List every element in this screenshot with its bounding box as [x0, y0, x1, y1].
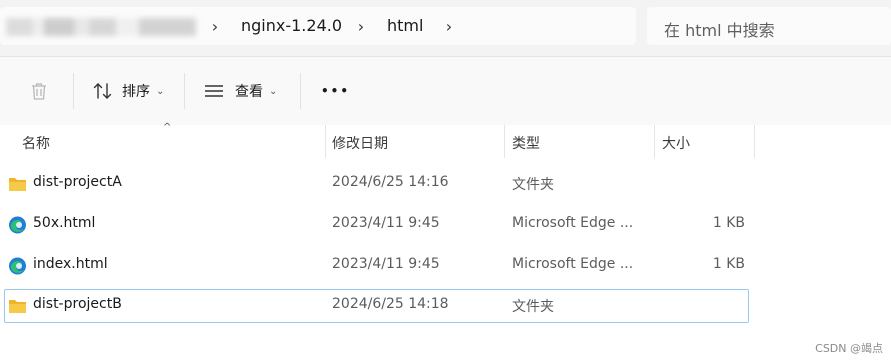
- file-modified: 2024/6/25 14:16: [332, 174, 449, 190]
- chevron-right-icon[interactable]: ›: [354, 17, 368, 36]
- delete-button[interactable]: [28, 73, 50, 109]
- edge-html-icon: [9, 216, 26, 234]
- trash-icon: [32, 83, 46, 100]
- column-header-row: ^ 名称 修改日期 类型 大小: [0, 122, 891, 158]
- view-button[interactable]: 查看 ⌄: [203, 73, 277, 109]
- column-header-size[interactable]: 大小: [662, 125, 690, 158]
- breadcrumb-nginx[interactable]: nginx-1.24.0: [241, 16, 342, 35]
- address-bar[interactable]: › nginx-1.24.0 › html ›: [0, 7, 636, 45]
- sort-label: 排序: [122, 84, 150, 100]
- sort-button[interactable]: 排序 ⌄: [92, 73, 164, 109]
- more-icon: •••: [321, 84, 351, 98]
- blurred-path-segment: [6, 18, 196, 36]
- column-divider[interactable]: [754, 125, 755, 158]
- file-size: 1 KB: [712, 256, 745, 272]
- chevron-right-icon[interactable]: ›: [208, 17, 222, 36]
- column-header-name[interactable]: 名称: [22, 125, 50, 158]
- file-type: 文件夹: [512, 177, 554, 193]
- file-type: Microsoft Edge ...: [512, 215, 634, 231]
- edge-html-icon: [9, 257, 26, 275]
- column-header-type[interactable]: 类型: [512, 125, 540, 158]
- file-row-selected[interactable]: dist-projectB 2024/6/25 14:18 文件夹: [0, 289, 891, 323]
- navigation-bar: › nginx-1.24.0 › html › 在 html 中搜索: [0, 0, 891, 57]
- file-type: Microsoft Edge ...: [512, 256, 634, 272]
- file-row[interactable]: index.html 2023/4/11 9:45 Microsoft Edge…: [0, 249, 891, 283]
- column-header-modified[interactable]: 修改日期: [332, 125, 388, 158]
- file-modified: 2024/6/25 14:18: [332, 296, 449, 312]
- file-name: index.html: [33, 256, 108, 272]
- list-view-icon: [205, 85, 223, 97]
- sort-ascending-icon: ^: [163, 122, 172, 133]
- toolbar-divider: [184, 73, 185, 109]
- view-label: 查看: [235, 84, 263, 100]
- chevron-down-icon: ⌄: [269, 85, 278, 97]
- search-box[interactable]: 在 html 中搜索: [647, 7, 891, 45]
- search-placeholder: 在 html 中搜索: [664, 21, 775, 40]
- file-row[interactable]: dist-projectA 2024/6/25 14:16 文件夹: [0, 167, 891, 201]
- chevron-down-icon: ⌄: [156, 85, 165, 97]
- column-divider[interactable]: [504, 125, 505, 158]
- file-name: dist-projectB: [33, 296, 122, 312]
- file-size: 1 KB: [712, 215, 745, 231]
- file-name: dist-projectA: [33, 174, 122, 190]
- column-divider[interactable]: [325, 125, 326, 158]
- file-modified: 2023/4/11 9:45: [332, 256, 440, 272]
- file-row[interactable]: 50x.html 2023/4/11 9:45 Microsoft Edge .…: [0, 208, 891, 242]
- chevron-right-icon[interactable]: ›: [442, 17, 456, 36]
- folder-icon: [9, 300, 26, 313]
- file-name: 50x.html: [33, 215, 96, 231]
- column-divider[interactable]: [654, 125, 655, 158]
- file-type: 文件夹: [512, 299, 554, 315]
- watermark: CSDN @竭点: [815, 342, 883, 355]
- toolbar-divider: [300, 73, 301, 109]
- sort-arrows-icon: [93, 83, 112, 99]
- command-bar: 排序 ⌄ 查看 ⌄ •••: [0, 57, 891, 125]
- breadcrumb-html[interactable]: html: [387, 16, 423, 35]
- toolbar-divider: [73, 73, 74, 109]
- file-modified: 2023/4/11 9:45: [332, 215, 440, 231]
- more-options-button[interactable]: •••: [321, 73, 350, 109]
- folder-icon: [9, 178, 26, 191]
